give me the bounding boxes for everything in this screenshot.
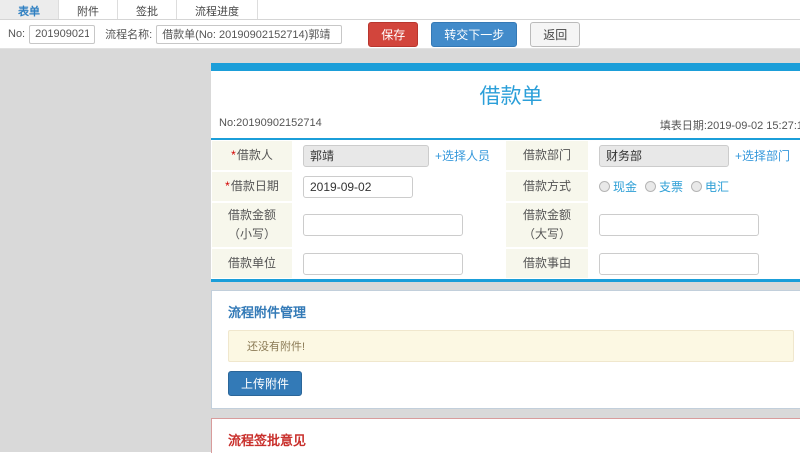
loan-method-label: 借款方式 [505, 171, 589, 202]
amount-upper-input[interactable] [599, 214, 759, 237]
form-meta-row: No:20190902152714 填表日期:2019-09-02 15:27:… [211, 117, 800, 138]
loan-method-radio-group: 现金 支票 电汇 [599, 178, 729, 195]
amount-lower-input[interactable] [303, 214, 463, 237]
select-person-link[interactable]: +选择人员 [435, 147, 490, 164]
page-content: 借款单 No:20190902152714 填表日期:2019-09-02 15… [0, 49, 800, 453]
department-label: 借款部门 [505, 140, 589, 171]
top-toolbar: No: 流程名称: 保存 转交下一步 返回 [0, 20, 800, 49]
form-tabbar: 表单 附件 签批 流程进度 [0, 0, 800, 20]
borrower-input[interactable] [303, 144, 429, 167]
radio-cheque[interactable]: 支票 [645, 178, 683, 195]
no-input[interactable] [29, 24, 96, 44]
required-asterisk: * [225, 178, 230, 193]
radio-circle-icon[interactable] [691, 181, 703, 192]
form-title: 借款单 [479, 85, 543, 108]
tab-attachments[interactable]: 附件 [59, 0, 118, 19]
loan-form-section: 借款单 No:20190902152714 填表日期:2019-09-02 15… [211, 63, 800, 283]
form-bottom-accent-bar [211, 279, 800, 283]
attachments-section: 流程附件管理 还没有附件! 上传附件 [211, 290, 800, 410]
radio-cash[interactable]: 现金 [599, 178, 637, 195]
form-fill-date-text: 填表日期:2019-09-02 15:27:1 [659, 120, 800, 132]
required-asterisk: * [231, 147, 236, 162]
process-name-label: 流程名称: [105, 29, 153, 41]
no-attachments-alert: 还没有附件! [228, 330, 794, 363]
process-name-input[interactable] [156, 24, 343, 44]
amount-lower-label: 借款金额（小写） [211, 202, 293, 249]
radio-circle-icon[interactable] [645, 181, 657, 192]
approval-section: 流程签批意见 B I abc [211, 418, 800, 453]
loan-date-input[interactable] [303, 175, 413, 198]
tab-process-progress[interactable]: 流程进度 [177, 0, 258, 19]
approval-header: 流程签批意见 [228, 433, 307, 449]
loan-form-grid: *借款人 +选择人员 借款部门 +选择部门 *借款日期 [211, 138, 800, 280]
save-button[interactable]: 保存 [368, 21, 419, 47]
tab-form[interactable]: 表单 [0, 0, 59, 19]
forward-next-step-button[interactable]: 转交下一步 [431, 21, 518, 47]
attachments-header: 流程附件管理 [228, 305, 307, 321]
loan-reason-input[interactable] [599, 252, 759, 275]
loan-unit-label: 借款单位 [211, 248, 293, 280]
loan-unit-input[interactable] [303, 252, 463, 275]
department-input[interactable] [599, 144, 729, 167]
loan-date-label: *借款日期 [211, 171, 293, 202]
tab-approval[interactable]: 签批 [118, 0, 177, 19]
upload-attachment-button[interactable]: 上传附件 [228, 371, 303, 397]
borrower-label: *借款人 [211, 140, 293, 171]
radio-wire-transfer[interactable]: 电汇 [691, 178, 729, 195]
loan-reason-label: 借款事由 [505, 248, 589, 280]
amount-upper-label: 借款金额（大写） [505, 202, 589, 249]
select-department-link[interactable]: +选择部门 [735, 147, 790, 164]
radio-circle-icon[interactable] [599, 181, 610, 192]
form-no-text: No:20190902152714 [219, 117, 322, 129]
no-label: No: [8, 28, 26, 40]
back-button[interactable]: 返回 [530, 21, 581, 47]
form-top-accent-bar [211, 63, 800, 71]
